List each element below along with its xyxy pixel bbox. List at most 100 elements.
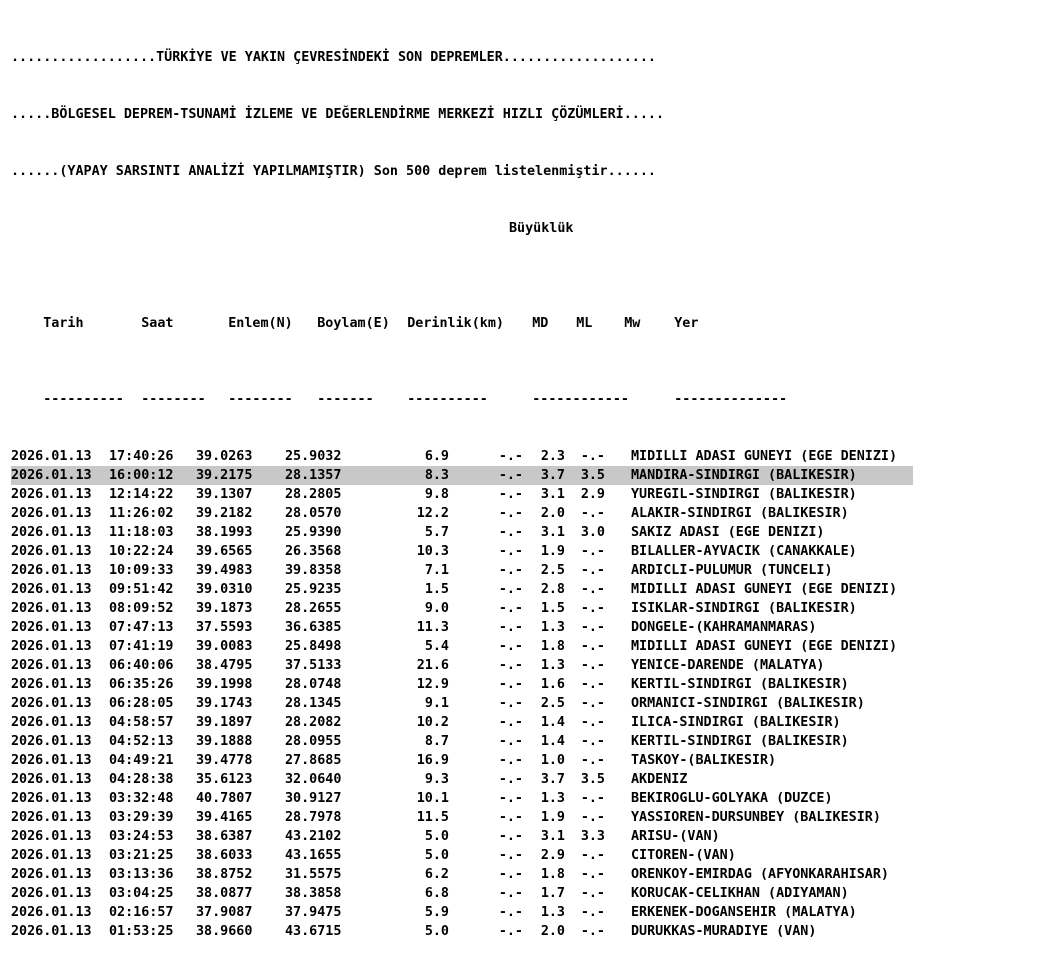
table-row[interactable]: 2026.01.13 12:14:22 39.1307 28.2805 9.8 -.- 3.… <box>11 485 913 504</box>
cell-ml: 2.5 <box>540 563 565 578</box>
cell-ml: 3.7 <box>540 468 565 483</box>
col-lon-header: Boylam(E) <box>317 316 390 331</box>
table-row[interactable]: 2026.01.13 03:04:25 38.0877 38.3858 6.8 -.- 1.… <box>11 884 913 903</box>
cell-ml: 1.6 <box>540 677 565 692</box>
cell-depth: 9.8 <box>424 487 449 502</box>
cell-lon: 39.8358 <box>285 563 342 578</box>
cell-mw: -.- <box>580 734 605 749</box>
cell-depth: 1.5 <box>424 582 449 597</box>
table-row[interactable]: 2026.01.13 17:40:26 39.0263 25.9032 6.9 -.- 2.… <box>11 447 913 466</box>
cell-date: 2026.01.13 <box>11 658 92 673</box>
table-row[interactable]: 2026.01.13 06:35:26 39.1998 28.0748 12.9 -.- 1… <box>11 675 913 694</box>
cell-lat: 38.9660 <box>196 924 253 939</box>
cell-time: 06:35:26 <box>109 677 174 692</box>
cell-date: 2026.01.13 <box>11 791 92 806</box>
cell-ml: 2.9 <box>540 848 565 863</box>
cell-time: 03:13:36 <box>109 867 174 882</box>
separator-location: -------------- <box>674 392 788 407</box>
cell-depth: 11.5 <box>416 810 449 825</box>
cell-lon: 31.5575 <box>285 867 342 882</box>
cell-lon: 43.6715 <box>285 924 342 939</box>
cell-time: 10:22:24 <box>109 544 174 559</box>
cell-md: -.- <box>498 601 523 616</box>
table-row[interactable]: 2026.01.13 04:52:13 39.1888 28.0955 8.7 -.- 1.… <box>11 732 913 751</box>
cell-location: ILICA-SINDIRGI (BALIKESIR) <box>631 715 841 730</box>
cell-mw: -.- <box>580 620 605 635</box>
table-row[interactable]: 2026.01.13 04:49:21 39.4778 27.8685 16.9 -.- 1… <box>11 751 913 770</box>
cell-mw: -.- <box>580 563 605 578</box>
cell-ml: 3.1 <box>540 829 565 844</box>
cell-mw: 3.0 <box>580 525 605 540</box>
table-row[interactable]: 2026.01.13 03:24:53 38.6387 43.2102 5.0 -.- 3.… <box>11 827 913 846</box>
cell-location: ERKENEK-DOGANSEHIR (MALATYA) <box>631 905 857 920</box>
table-row[interactable]: 2026.01.13 01:53:25 38.9660 43.6715 5.0 -.- 2.… <box>11 922 913 941</box>
cell-ml: 2.5 <box>540 696 565 711</box>
cell-location: ARISU-(VAN) <box>631 829 720 844</box>
cell-location: MANDIRA-SINDIRGI (BALIKESIR) <box>631 468 857 483</box>
cell-date: 2026.01.13 <box>11 620 92 635</box>
cell-mw: 3.5 <box>580 772 605 787</box>
cell-location: DONGELE-(KAHRAMANMARAS) <box>631 620 817 635</box>
cell-lat: 39.2182 <box>196 506 253 521</box>
separator-time: -------- <box>141 392 206 407</box>
table-row[interactable]: 2026.01.13 08:09:52 39.1873 28.2655 9.0 -.- 1.… <box>11 599 913 618</box>
title-line-3: ......(YAPAY SARSINTI ANALİZİ YAPILMAMIŞ… <box>11 164 656 179</box>
table-row[interactable]: 2026.01.13 06:28:05 39.1743 28.1345 9.1 -.- 2.… <box>11 694 913 713</box>
cell-mw: -.- <box>580 677 605 692</box>
separator-row: ---------- -------- -------- ------- -------… <box>11 371 913 407</box>
cell-mw: 3.3 <box>580 829 605 844</box>
cell-date: 2026.01.13 <box>11 582 92 597</box>
cell-location: ARDICLI-PULUMUR (TUNCELI) <box>631 563 833 578</box>
cell-ml: 2.3 <box>540 449 565 464</box>
table-row[interactable]: 2026.01.13 07:47:13 37.5593 36.6385 11.3 -.- 1… <box>11 618 913 637</box>
table-row[interactable]: 2026.01.13 11:26:02 39.2182 28.0570 12.2 -.- 2… <box>11 504 913 523</box>
cell-ml: 3.1 <box>540 487 565 502</box>
cell-lat: 39.1743 <box>196 696 253 711</box>
cell-lon: 43.1655 <box>285 848 342 863</box>
table-row[interactable]: 2026.01.13 10:22:24 39.6565 26.3568 10.3 -.- 1… <box>11 542 913 561</box>
table-row[interactable]: 2026.01.13 07:41:19 39.0083 25.8498 5.4 -.- 1.… <box>11 637 913 656</box>
table-row[interactable]: 2026.01.13 02:16:57 37.9087 37.9475 5.9 -.- 1.… <box>11 903 913 922</box>
cell-depth: 12.2 <box>416 506 449 521</box>
cell-lon: 28.2082 <box>285 715 342 730</box>
cell-date: 2026.01.13 <box>11 848 92 863</box>
cell-mw: -.- <box>580 658 605 673</box>
cell-ml: 3.1 <box>540 525 565 540</box>
table-row[interactable]: 2026.01.13 03:21:25 38.6033 43.1655 5.0 -.- 2.… <box>11 846 913 865</box>
cell-depth: 11.3 <box>416 620 449 635</box>
magnitude-group-header: Büyüklük <box>11 219 913 238</box>
cell-location: ORENKOY-EMIRDAG (AFYONKARAHISAR) <box>631 867 889 882</box>
cell-location: BILALLER-AYVACIK (CANAKKALE) <box>631 544 857 559</box>
table-row[interactable]: 2026.01.13 10:09:33 39.4983 39.8358 7.1 -.- 2.… <box>11 561 913 580</box>
cell-depth: 10.2 <box>416 715 449 730</box>
cell-lat: 39.1998 <box>196 677 253 692</box>
cell-lon: 25.8498 <box>285 639 342 654</box>
cell-md: -.- <box>498 867 523 882</box>
table-row[interactable]: 2026.01.13 03:13:36 38.8752 31.5575 6.2 -.- 1.… <box>11 865 913 884</box>
cell-lat: 39.1307 <box>196 487 253 502</box>
cell-lat: 39.4165 <box>196 810 253 825</box>
cell-lon: 43.2102 <box>285 829 342 844</box>
table-row[interactable]: 2026.01.13 09:51:42 39.0310 25.9235 1.5 -.- 2.… <box>11 580 913 599</box>
cell-date: 2026.01.13 <box>11 563 92 578</box>
cell-date: 2026.01.13 <box>11 525 92 540</box>
column-header-row: Tarih Saat Enlem(N) Boylam(E) Derinlik(km) MD… <box>11 295 913 331</box>
cell-md: -.- <box>498 772 523 787</box>
table-row[interactable]: 2026.01.13 03:32:48 40.7807 30.9127 10.1 -.- 1… <box>11 789 913 808</box>
table-row[interactable]: 2026.01.13 11:18:03 38.1993 25.9390 5.7 -.- 3.… <box>11 523 913 542</box>
cell-ml: 1.9 <box>540 544 565 559</box>
cell-time: 06:40:06 <box>109 658 174 673</box>
cell-lon: 27.8685 <box>285 753 342 768</box>
table-row[interactable]: 2026.01.13 16:00:12 39.2175 28.1357 8.3 -.- 3.… <box>11 466 913 485</box>
col-time-header: Saat <box>141 316 174 331</box>
cell-date: 2026.01.13 <box>11 696 92 711</box>
cell-depth: 5.0 <box>424 829 449 844</box>
table-row[interactable]: 2026.01.13 04:28:38 35.6123 32.0640 9.3 -.- 3.… <box>11 770 913 789</box>
cell-time: 01:53:25 <box>109 924 174 939</box>
cell-depth: 8.3 <box>424 468 449 483</box>
cell-date: 2026.01.13 <box>11 772 92 787</box>
table-row[interactable]: 2026.01.13 03:29:39 39.4165 28.7978 11.5 -.- 1… <box>11 808 913 827</box>
cell-ml: 1.3 <box>540 905 565 920</box>
table-row[interactable]: 2026.01.13 04:58:57 39.1897 28.2082 10.2 -.- 1… <box>11 713 913 732</box>
table-row[interactable]: 2026.01.13 06:40:06 38.4795 37.5133 21.6 -.- 1… <box>11 656 913 675</box>
